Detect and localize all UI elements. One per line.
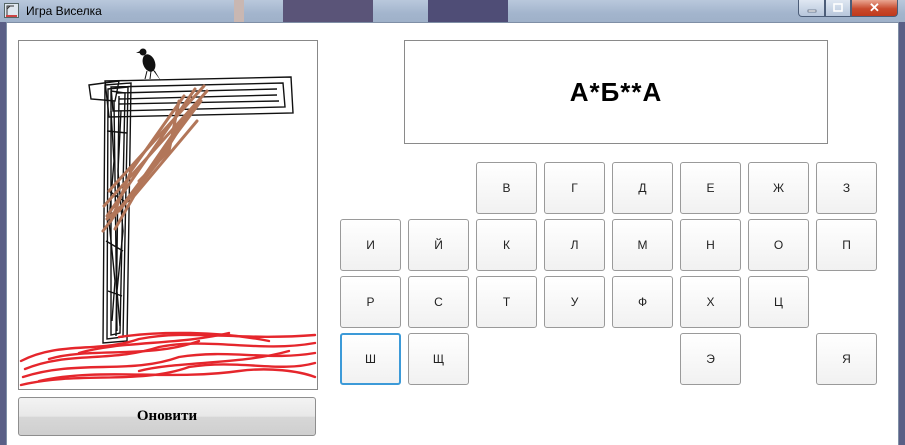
maximize-icon <box>833 3 843 12</box>
letter-key[interactable]: Т <box>476 276 537 328</box>
letter-key[interactable]: Х <box>680 276 741 328</box>
letter-key[interactable]: С <box>408 276 469 328</box>
letter-key[interactable]: О <box>748 219 809 271</box>
letter-key[interactable]: Ц <box>748 276 809 328</box>
maximize-button[interactable] <box>825 0 851 17</box>
letter-key[interactable]: П <box>816 219 877 271</box>
background-strip <box>428 0 508 22</box>
app-icon <box>4 3 19 18</box>
gallows-drawing <box>19 48 317 387</box>
letter-key[interactable]: К <box>476 219 537 271</box>
letter-key[interactable]: Д <box>612 162 673 214</box>
letter-key[interactable]: Е <box>680 162 741 214</box>
background-strip <box>283 0 373 22</box>
refresh-button[interactable]: Оновити <box>18 397 316 436</box>
hangman-drawing <box>18 40 318 390</box>
letter-key[interactable]: У <box>544 276 605 328</box>
minimize-button[interactable] <box>798 0 825 17</box>
letter-key[interactable]: Я <box>816 333 877 385</box>
letter-key[interactable]: В <box>476 162 537 214</box>
letter-key[interactable]: Г <box>544 162 605 214</box>
minimize-icon <box>807 9 816 13</box>
letter-key[interactable]: Э <box>680 333 741 385</box>
letter-key[interactable]: З <box>816 162 877 214</box>
letter-key[interactable]: Й <box>408 219 469 271</box>
app-window: Оновити А*Б**А ВГДЕЖЗ ИЙКЛМНОП РСТУФХЦ ШЩ Э Я <box>6 22 899 445</box>
letter-key[interactable]: Щ <box>408 333 469 385</box>
letter-key[interactable]: Ф <box>612 276 673 328</box>
letter-key[interactable]: Ж <box>748 162 809 214</box>
masked-word: А*Б**А <box>404 40 828 144</box>
close-button[interactable]: ✕ <box>851 0 898 17</box>
close-icon: ✕ <box>869 0 880 15</box>
letter-key[interactable]: Р <box>340 276 401 328</box>
background-strip <box>234 0 244 22</box>
crow-icon <box>136 48 161 81</box>
ground <box>19 331 317 387</box>
letter-key[interactable]: Л <box>544 219 605 271</box>
letter-key[interactable]: М <box>612 219 673 271</box>
letter-key[interactable]: И <box>340 219 401 271</box>
letter-key[interactable]: Ш <box>340 333 401 385</box>
window-title: Игра Виселка <box>26 4 102 18</box>
letter-key[interactable]: Н <box>680 219 741 271</box>
title-bar: Игра Виселка ✕ <box>0 0 905 22</box>
